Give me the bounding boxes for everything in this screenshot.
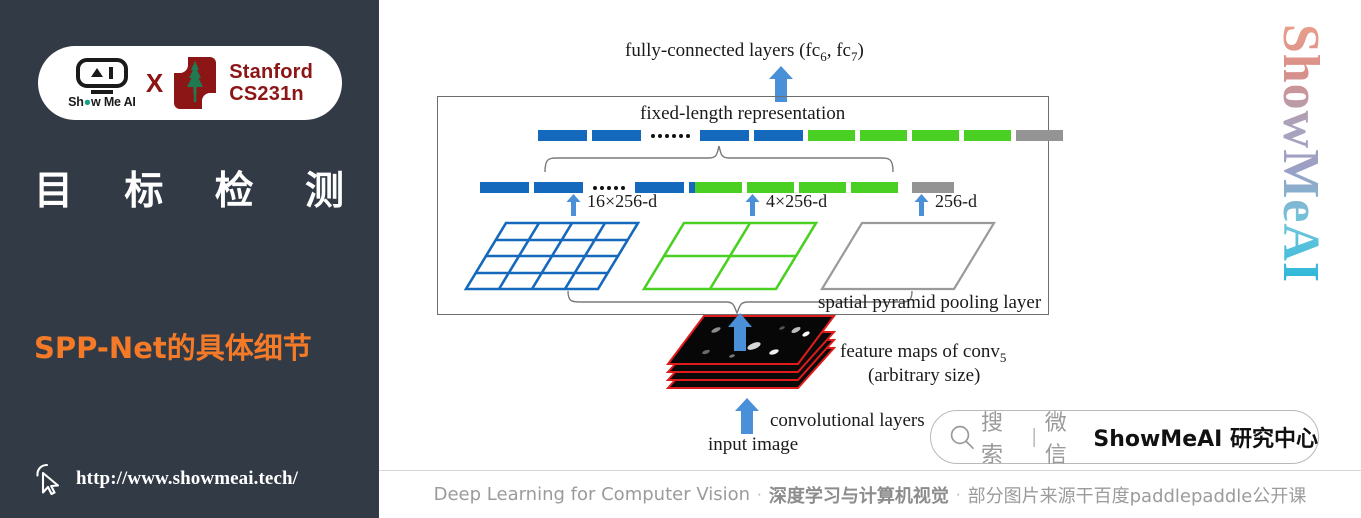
showmeai-logo: Sh●w Me AI (67, 57, 137, 109)
arrow-up-4x256-icon (745, 194, 760, 216)
wechat-search-bar[interactable]: 搜索 | 微信 ShowMeAI 研究中心 (930, 410, 1319, 468)
badge-cross-label: X (145, 67, 164, 98)
label-dim-256: 256-d (935, 191, 977, 211)
site-url-text: http://www.showmeai.tech/ (76, 468, 299, 489)
label-arbitrary-size: (arbitrary size) (868, 365, 981, 386)
bar-green (964, 130, 1011, 141)
search-divider: | (1031, 425, 1037, 448)
bar-blue (592, 130, 641, 141)
footer-separator-2: · (955, 485, 961, 504)
showmeai-wordmark: Sh●w Me AI (68, 94, 136, 109)
label-feature-maps-sub-5: 5 (999, 349, 1007, 365)
bar-blue (754, 130, 803, 141)
label-fc-suffix: ) (857, 40, 864, 61)
slide-root: Sh●w Me AI X Stanford CS231n 目 标 检 测 SPP… (0, 0, 1361, 518)
site-url-row[interactable]: http://www.showmeai.tech/ (34, 463, 298, 495)
footer-source-note: 部分图片来源干百度paddlepaddle公开课 (967, 485, 1307, 507)
footer-en-title: Deep Learning for Computer Vision (433, 484, 751, 505)
search-brand-name: ShowMeAI 研究中心 (1093, 427, 1318, 452)
pyramid-grids (463, 221, 996, 291)
search-placeholder: 搜索 (981, 411, 1004, 468)
magnifier-icon (950, 425, 974, 450)
stanford-course-label: Stanford CS231n (229, 61, 313, 106)
bar-green (808, 130, 855, 141)
ellipsis-dots (646, 133, 695, 138)
footer-cn-title: 深度学习与计算机视觉 (768, 485, 949, 507)
brace-upper-icon (544, 145, 894, 173)
vertical-brand-text: ShowMeAI (1272, 23, 1330, 283)
label-fc-prefix: fully-connected layers (fc (625, 40, 821, 61)
ellipsis-dots (588, 185, 630, 190)
stanford-line-2: CS231n (229, 83, 304, 105)
bar-blue (480, 182, 529, 193)
label-fully-connected: fully-connected layers (fc6, fc7) (625, 40, 864, 65)
sidebar: Sh●w Me AI X Stanford CS231n 目 标 检 测 SPP… (0, 0, 379, 518)
fixed-length-bars-row (538, 130, 1063, 141)
footer-bar: Deep Learning for Computer Vision · 深度学习… (379, 471, 1361, 518)
label-feature-maps-prefix: feature maps of conv (840, 341, 1000, 362)
footer-separator-1: · (757, 485, 762, 504)
bar-blue (534, 182, 583, 193)
page-subtitle: SPP-Net的具体细节 (34, 331, 312, 365)
vertical-brand-wordmark: ShowMeAI (1266, 18, 1336, 288)
page-title: 目 标 检 测 (34, 160, 344, 216)
gray-grid-1x1 (820, 221, 996, 291)
label-feature-maps-conv5: feature maps of conv5 (840, 341, 1006, 366)
logo-stand (90, 89, 113, 94)
label-convolutional-layers: convolutional layers (770, 410, 925, 431)
title-char-3: 测 (304, 169, 344, 214)
stanford-tree-icon (172, 55, 218, 111)
title-char-2: 检 (214, 169, 254, 214)
green-grid-2x2 (641, 221, 819, 291)
label-dim-16x256: 16×256-d (587, 191, 658, 211)
caret-glyph (90, 68, 103, 77)
cursor-arrow-icon (36, 463, 60, 495)
bar-blue (700, 130, 749, 141)
course-badge: Sh●w Me AI X Stanford CS231n (38, 46, 342, 120)
arrow-up-to-spp-icon (728, 313, 752, 351)
showmeai-mark-icon (75, 57, 128, 88)
arrow-up-16x256-icon (566, 194, 581, 216)
label-fixed-length-representation: fixed-length representation (640, 103, 846, 124)
bar-green (695, 182, 742, 193)
arrow-up-256-icon (914, 194, 929, 216)
label-spatial-pyramid-pooling-layer: spatial pyramid pooling layer (818, 292, 1042, 313)
label-fc-mid: , fc (826, 40, 851, 61)
bar-blue (538, 130, 587, 141)
arrow-up-to-conv-icon (735, 398, 759, 434)
bar-green (860, 130, 907, 141)
bar-green (851, 182, 898, 193)
blue-grid-4x4 (463, 221, 641, 291)
spp-net-diagram: fully-connected layers (fc6, fc7) fixed-… (390, 0, 1090, 470)
label-dim-4x256: 4×256-d (766, 191, 828, 211)
title-char-1: 标 (124, 169, 164, 214)
label-input-image: input image (708, 434, 799, 455)
search-channel: 微信 (1044, 411, 1067, 468)
title-char-0: 目 (34, 169, 74, 214)
tree-glyph (187, 61, 204, 102)
bar-glyph (108, 66, 113, 79)
bar-gray (1016, 130, 1063, 141)
stanford-line-1: Stanford (229, 60, 314, 83)
bar-green (912, 130, 959, 141)
